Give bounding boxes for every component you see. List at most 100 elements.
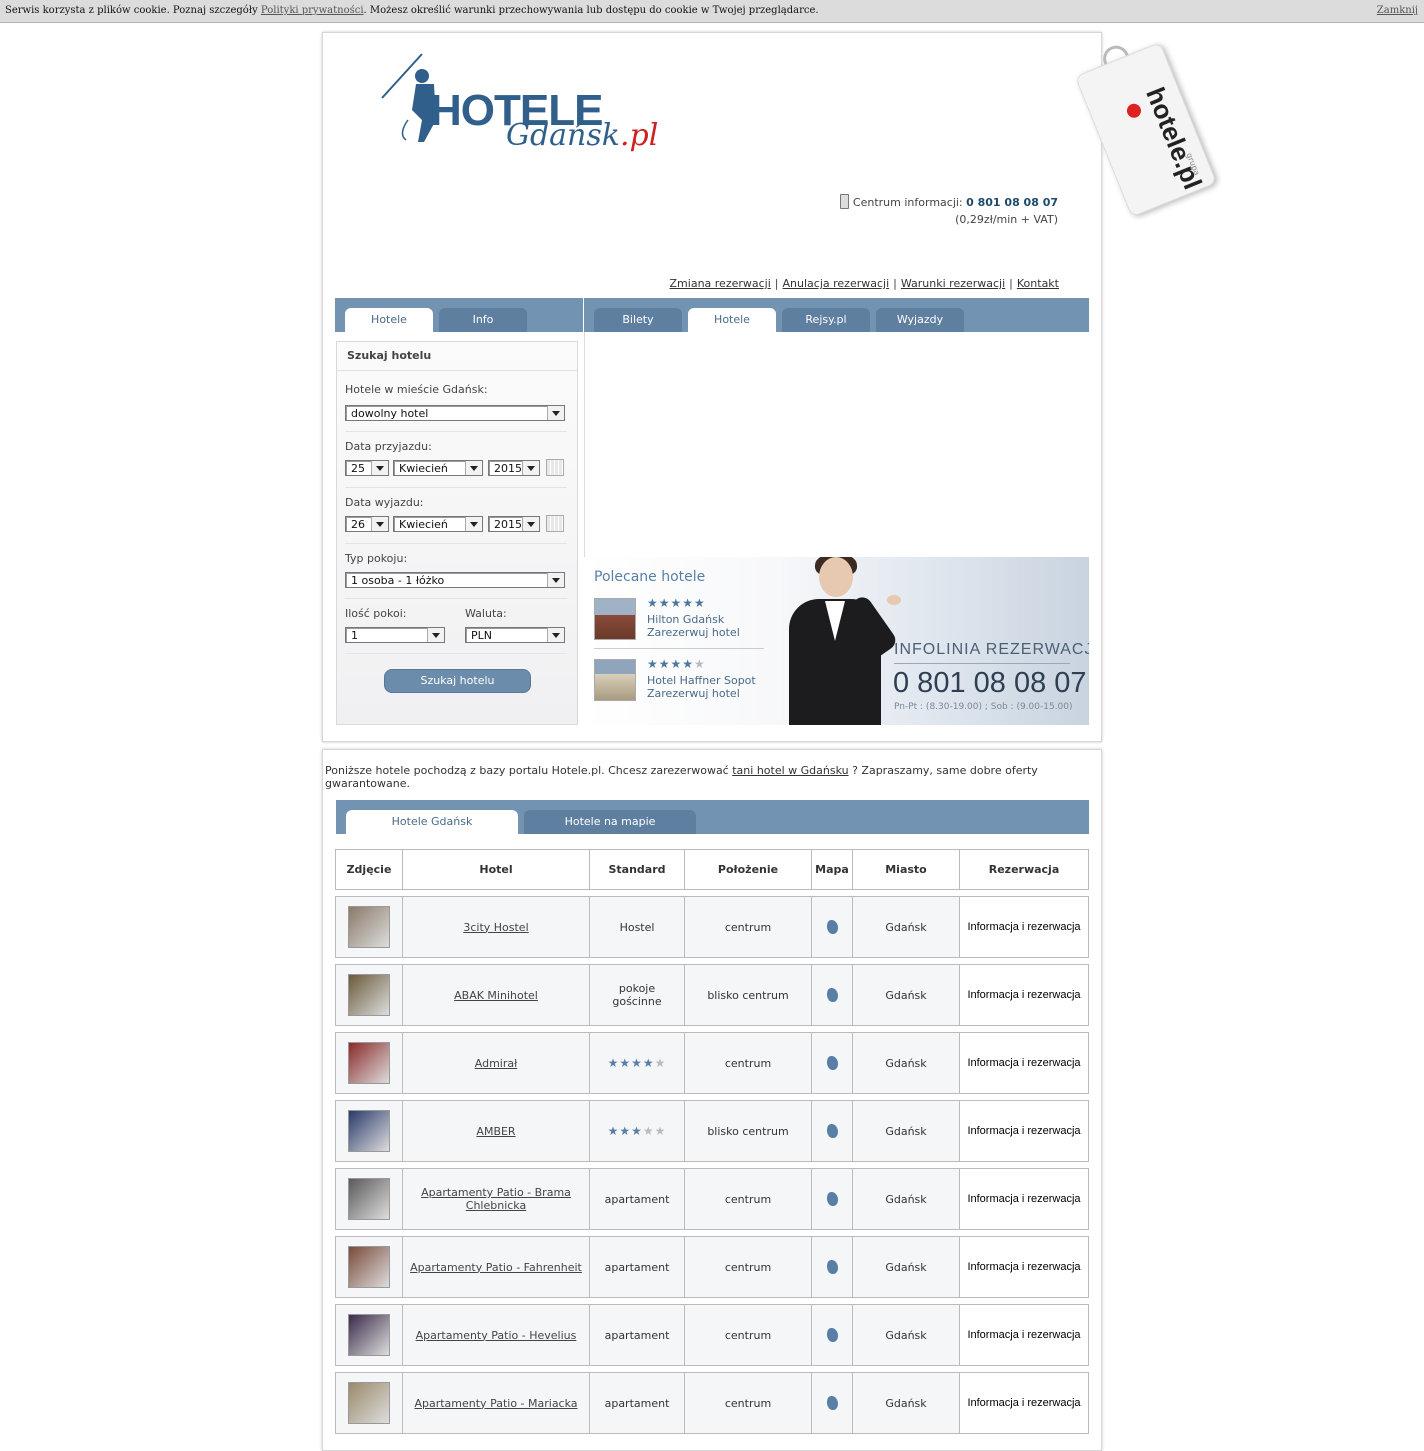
room-type-select[interactable]: 1 osoba - 1 łóżko <box>345 572 565 588</box>
tab-hotele-na-mapie[interactable]: Hotele na mapie <box>524 810 696 834</box>
location-cell: blisko centrum <box>684 964 811 1026</box>
right-tab-bar: Bilety Hotele Rejsy.pl Wyjazdy <box>584 298 1089 332</box>
tab-hotele-left[interactable]: Hotele <box>345 308 433 332</box>
recommended-hotel-reserve[interactable]: Zarezerwuj hotel <box>647 687 740 700</box>
contact-link[interactable]: Kontakt <box>1017 277 1059 290</box>
search-title: Szukaj hotelu <box>347 349 432 362</box>
map-pin-icon[interactable] <box>826 1192 838 1206</box>
reservation-terms-link[interactable]: Warunki rezerwacji <box>901 277 1005 290</box>
reservation-link[interactable]: Informacja i rezerwacja <box>959 1100 1089 1162</box>
hotel-table: Zdjęcie Hotel Standard Położenie Mapa Mi… <box>335 843 1089 1440</box>
hotel-thumbnail[interactable] <box>348 906 390 948</box>
tab-info[interactable]: Info <box>439 308 527 332</box>
rooms-select[interactable]: 1 <box>345 627 445 643</box>
tab-bilety[interactable]: Bilety <box>594 308 682 332</box>
cheap-hotel-link[interactable]: tani hotel w Gdańsku <box>732 764 848 777</box>
map-pin-icon[interactable] <box>826 988 838 1002</box>
table-row: Apartamenty Patio - Mariacka apartament ce… <box>335 1372 1089 1434</box>
change-reservation-link[interactable]: Zmiana rezerwacji <box>670 277 771 290</box>
tab-hotele-right[interactable]: Hotele <box>688 308 776 332</box>
site-logo[interactable]: HOTELE Gdańsk.pl <box>378 50 658 165</box>
arrival-year-select[interactable]: 2015 <box>488 460 540 476</box>
chevron-down-icon <box>465 461 482 475</box>
reservation-link[interactable]: Informacja i rezerwacja <box>959 896 1089 958</box>
map-pin-icon[interactable] <box>826 920 838 934</box>
table-row: Admirał ★★★★★ centrum Gdańsk Informacja i re… <box>335 1032 1089 1094</box>
hotel-thumbnail[interactable] <box>348 1314 390 1356</box>
hotel-name-link[interactable]: AMBER <box>476 1125 515 1138</box>
hotel-thumbnail[interactable] <box>348 1042 390 1084</box>
photo-cell <box>335 964 402 1026</box>
map-pin-icon[interactable] <box>826 1056 838 1070</box>
hotel-cell: ABAK Minihotel <box>402 964 589 1026</box>
hotel-name-link[interactable]: Admirał <box>475 1057 517 1070</box>
recommended-hotel-reserve[interactable]: Zarezerwuj hotel <box>647 626 740 639</box>
departure-day-select[interactable]: 26 <box>345 516 389 532</box>
table-row: ABAK Minihotel pokoje gościnne blisko cent… <box>335 964 1089 1026</box>
hotel-thumbnail[interactable] <box>348 974 390 1016</box>
chevron-down-icon <box>547 573 564 587</box>
tag-brand-text: hotele.pl <box>1140 83 1209 194</box>
currency-select[interactable]: PLN <box>465 627 565 643</box>
reservation-link[interactable]: Informacja i rezerwacja <box>959 1372 1089 1434</box>
photo-cell <box>335 1372 402 1434</box>
map-cell <box>811 1304 852 1366</box>
departure-month-select[interactable]: Kwiecień <box>393 516 483 532</box>
reservation-link[interactable]: Informacja i rezerwacja <box>959 964 1089 1026</box>
hotel-name-link[interactable]: Apartamenty Patio - Fahrenheit <box>410 1261 582 1274</box>
recommended-hotel-1[interactable]: ★★★★★ Hilton Gdańsk Zarezerwuj hotel <box>594 596 774 642</box>
chevron-down-icon <box>427 628 444 642</box>
table-row: Apartamenty Patio - Brama Chlebnicka apar… <box>335 1168 1089 1230</box>
hotel-thumbnail[interactable] <box>348 1178 390 1220</box>
hotel-thumbnail[interactable] <box>348 1246 390 1288</box>
privacy-policy-link[interactable]: Polityki prywatności <box>261 5 364 16</box>
standard-cell: apartament <box>589 1236 684 1298</box>
consultant-image <box>789 557 909 725</box>
tab-wyjazdy[interactable]: Wyjazdy <box>876 308 964 332</box>
room-type-label: Typ pokoju: <box>345 552 408 565</box>
chevron-down-icon <box>465 517 482 531</box>
reservation-link[interactable]: Informacja i rezerwacja <box>959 1168 1089 1230</box>
city-cell: Gdańsk <box>852 1372 959 1434</box>
currency-label: Waluta: <box>465 607 507 620</box>
map-cell <box>811 1168 852 1230</box>
map-pin-icon[interactable] <box>826 1396 838 1410</box>
hotel-cell: Apartamenty Patio - Brama Chlebnicka <box>402 1168 589 1230</box>
recommended-title: Polecane hotele <box>594 569 706 585</box>
reservation-link[interactable]: Informacja i rezerwacja <box>959 1236 1089 1298</box>
cookie-close-link[interactable]: Zamknij <box>1377 5 1418 16</box>
hotel-select[interactable]: dowolny hotel <box>345 405 565 421</box>
hotel-name-link[interactable]: Apartamenty Patio - Mariacka <box>414 1397 577 1410</box>
arrival-month-select[interactable]: Kwiecień <box>393 460 483 476</box>
map-pin-icon[interactable] <box>826 1260 838 1274</box>
location-cell: blisko centrum <box>684 1100 811 1162</box>
departure-label: Data wyjazdu: <box>345 496 424 509</box>
search-hotel-button[interactable]: Szukaj hotelu <box>384 669 531 693</box>
chevron-down-icon <box>547 406 564 420</box>
photo-cell <box>335 1304 402 1366</box>
reservation-link[interactable]: Informacja i rezerwacja <box>959 1032 1089 1094</box>
reservation-link[interactable]: Informacja i rezerwacja <box>959 1304 1089 1366</box>
map-pin-icon[interactable] <box>826 1328 838 1342</box>
search-hotel-form: Szukaj hotelu Hotele w mieście Gdańsk: d… <box>336 341 578 725</box>
city-cell: Gdańsk <box>852 1304 959 1366</box>
cancel-reservation-link[interactable]: Anulacja rezerwacji <box>783 277 890 290</box>
photo-cell <box>335 1236 402 1298</box>
hotel-thumbnail[interactable] <box>348 1110 390 1152</box>
hotel-name-link[interactable]: ABAK Minihotel <box>454 989 538 1002</box>
map-pin-icon[interactable] <box>826 1124 838 1138</box>
standard-cell: apartament <box>589 1372 684 1434</box>
arrival-calendar-icon[interactable] <box>546 459 564 476</box>
departure-year-select[interactable]: 2015 <box>488 516 540 532</box>
arrival-day-select[interactable]: 25 <box>345 460 389 476</box>
hotel-name-link[interactable]: Apartamenty Patio - Brama Chlebnicka <box>408 1186 584 1212</box>
city-cell: Gdańsk <box>852 964 959 1026</box>
recommended-hotel-2[interactable]: ★★★★★ Hotel Haffner Sopot Zarezerwuj hot… <box>594 657 774 703</box>
tab-hotele-gdansk[interactable]: Hotele Gdańsk <box>346 810 518 834</box>
hotel-name-link[interactable]: Apartamenty Patio - Hevelius <box>416 1329 577 1342</box>
departure-calendar-icon[interactable] <box>546 515 564 532</box>
tab-rejsy[interactable]: Rejsy.pl <box>782 308 870 332</box>
hotel-thumbnail[interactable] <box>348 1382 390 1424</box>
hotel-name-link[interactable]: 3city Hostel <box>463 921 528 934</box>
standard-cell: ★★★★★ <box>589 1100 684 1162</box>
